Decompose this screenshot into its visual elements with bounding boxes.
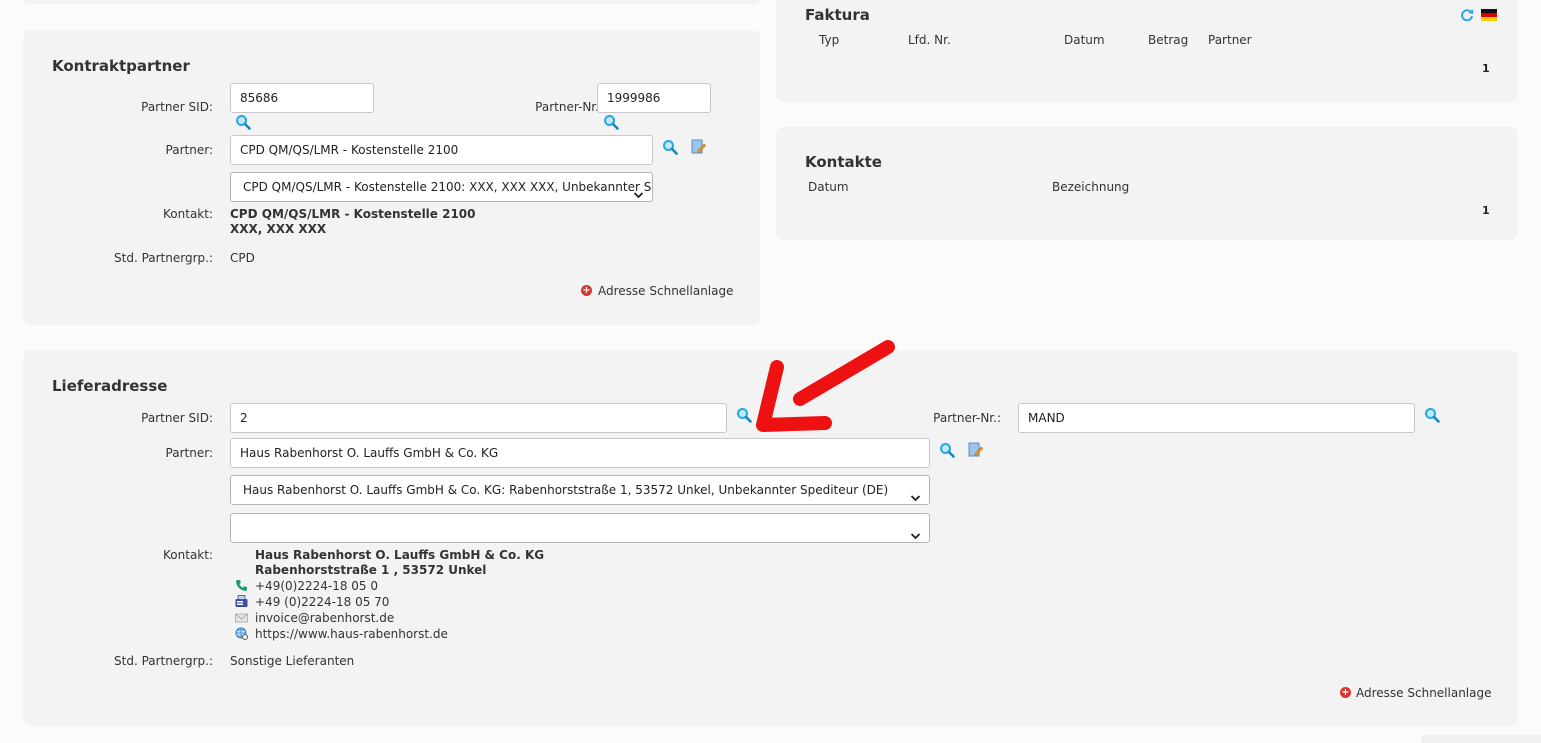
faktura-col-partner[interactable]: Partner [1208,33,1252,47]
scroll-strip [1422,735,1541,743]
faktura-page-number[interactable]: 1 [1482,62,1490,75]
kp-kontakt-line2: XXX, XXX XXX [230,222,327,236]
kp-address-select[interactable]: CPD QM/QS/LMR - Kostenstelle 2100: XXX, … [230,172,653,202]
search-icon[interactable] [603,114,619,130]
search-icon[interactable] [662,139,678,155]
chevron-down-icon [910,485,921,504]
refresh-icon[interactable] [1460,8,1474,22]
faktura-title: Faktura [805,6,870,24]
kp-quick-add-link[interactable]: Adresse Schnellanlage [598,284,734,298]
phone-icon [235,579,248,592]
la-phone[interactable]: +49(0)2224-18 05 0 [255,579,378,593]
faktura-col-datum[interactable]: Datum [1064,33,1105,47]
kp-partnergrp-value: CPD [230,251,255,265]
search-icon[interactable] [235,114,251,130]
kp-partnergrp-label: Std. Partnergrp.: [114,251,213,265]
kontakte-title: Kontakte [805,153,882,171]
kontakte-col-datum[interactable]: Datum [808,180,849,194]
la-partnergrp-value: Sonstige Lieferanten [230,654,355,668]
la-fax[interactable]: +49 (0)2224-18 05 70 [255,595,389,609]
la-partner-sid-input[interactable]: 2 [230,403,727,433]
la-address-select-value: Haus Rabenhorst O. Lauffs GmbH & Co. KG:… [243,483,889,497]
kp-partner-input[interactable]: CPD QM/QS/LMR - Kostenstelle 2100 [230,135,653,165]
top-panel-partial [23,0,760,4]
la-email[interactable]: invoice@rabenhorst.de [255,611,394,625]
la-partner-input[interactable]: Haus Rabenhorst O. Lauffs GmbH & Co. KG [230,438,930,468]
add-circle-icon[interactable]: + [1340,687,1351,698]
faktura-panel: Faktura Typ Lfd. Nr. Datum Betrag Partne… [776,0,1518,102]
email-icon [235,612,248,624]
la-partner-nr-input[interactable]: MAND [1018,403,1415,433]
kontakte-page-number[interactable]: 1 [1482,204,1490,217]
la-partnergrp-label: Std. Partnergrp.: [114,654,213,668]
kp-partner-sid-input[interactable]: 85686 [230,83,374,113]
add-circle-icon[interactable]: + [581,285,592,296]
la-quick-add-link[interactable]: Adresse Schnellanlage [1356,686,1492,700]
kontakte-col-bezeichnung[interactable]: Bezeichnung [1052,180,1129,194]
kontraktpartner-title: Kontraktpartner [52,57,190,75]
faktura-col-betrag[interactable]: Betrag [1148,33,1188,47]
la-kontakt-name: Haus Rabenhorst O. Lauffs GmbH & Co. KG [255,548,545,562]
faktura-col-typ[interactable]: Typ [819,33,839,47]
kp-kontakt-line1: CPD QM/QS/LMR - Kostenstelle 2100 [230,207,476,221]
kontraktpartner-panel: Kontraktpartner Partner SID: 85686 Partn… [23,30,760,325]
la-address-select[interactable]: Haus Rabenhorst O. Lauffs GmbH & Co. KG:… [230,475,930,505]
search-icon[interactable] [939,442,955,458]
fax-icon [235,595,248,608]
la-partner-sid-label: Partner SID: [141,411,213,425]
kontakte-panel: Kontakte Datum Bezeichnung 1 [776,127,1518,240]
kp-partner-label: Partner: [165,143,213,157]
search-icon[interactable] [1424,407,1440,423]
kp-partner-nr-input[interactable]: 1999986 [597,83,711,113]
la-partner-label: Partner: [165,446,213,460]
annotation-arrow [756,340,895,432]
faktura-col-lfd-nr[interactable]: Lfd. Nr. [908,33,951,47]
kp-kontakt-label: Kontakt: [163,207,213,221]
la-web[interactable]: https://www.haus-rabenhorst.de [255,627,448,641]
la-kontakt-label: Kontakt: [163,548,213,562]
chevron-down-icon [910,523,921,542]
edit-icon[interactable] [690,139,706,155]
kp-partner-nr-label: Partner-Nr.: [535,100,603,114]
kp-address-select-value: CPD QM/QS/LMR - Kostenstelle 2100: XXX, … [243,180,652,194]
la-second-select[interactable] [230,513,930,543]
flag-de-icon[interactable] [1481,9,1497,21]
chevron-down-icon [633,182,644,201]
lieferadresse-title: Lieferadresse [52,377,168,395]
globe-icon [235,627,249,641]
edit-icon[interactable] [967,442,983,458]
la-kontakt-address: Rabenhorststraße 1 , 53572 Unkel [255,563,487,577]
kp-partner-sid-label: Partner SID: [141,100,213,114]
search-icon[interactable] [736,407,752,423]
